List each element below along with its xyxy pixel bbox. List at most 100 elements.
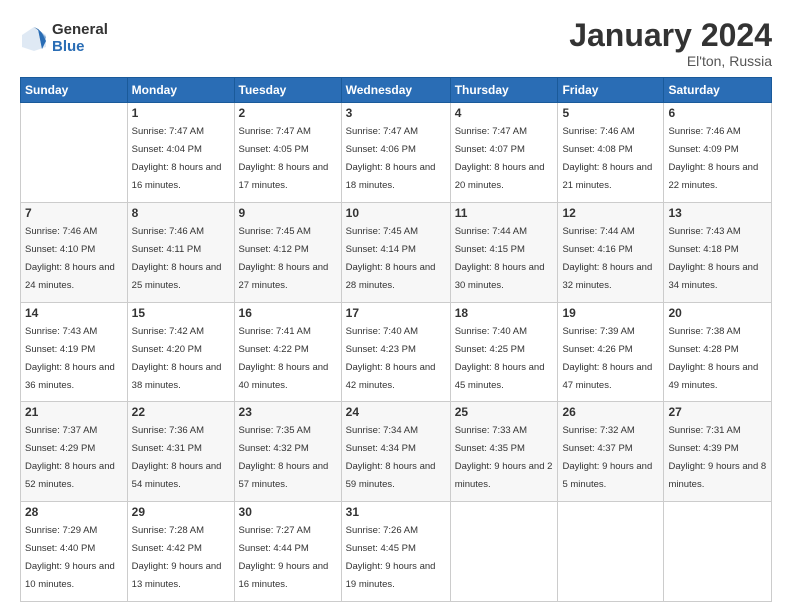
table-row: 15 Sunrise: 7:42 AMSunset: 4:20 PMDaylig… [127,302,234,402]
day-number: 18 [455,306,554,320]
table-row: 20 Sunrise: 7:38 AMSunset: 4:28 PMDaylig… [664,302,772,402]
day-info: Sunrise: 7:27 AMSunset: 4:44 PMDaylight:… [239,525,329,590]
day-number: 6 [668,106,767,120]
table-row: 30 Sunrise: 7:27 AMSunset: 4:44 PMDaylig… [234,502,341,602]
day-info: Sunrise: 7:42 AMSunset: 4:20 PMDaylight:… [132,326,222,391]
day-number: 26 [562,405,659,419]
day-info: Sunrise: 7:45 AMSunset: 4:12 PMDaylight:… [239,226,329,291]
table-row: 16 Sunrise: 7:41 AMSunset: 4:22 PMDaylig… [234,302,341,402]
day-number: 19 [562,306,659,320]
col-sunday: Sunday [21,78,128,103]
day-info: Sunrise: 7:38 AMSunset: 4:28 PMDaylight:… [668,326,758,391]
day-number: 28 [25,505,123,519]
table-row: 1 Sunrise: 7:47 AMSunset: 4:04 PMDayligh… [127,103,234,203]
day-info: Sunrise: 7:44 AMSunset: 4:16 PMDaylight:… [562,226,652,291]
table-row: 2 Sunrise: 7:47 AMSunset: 4:05 PMDayligh… [234,103,341,203]
day-number: 12 [562,206,659,220]
table-row: 31 Sunrise: 7:26 AMSunset: 4:45 PMDaylig… [341,502,450,602]
location: El'ton, Russia [569,53,772,69]
logo-general: General [52,22,108,39]
day-number: 21 [25,405,123,419]
col-monday: Monday [127,78,234,103]
logo: General Blue [20,22,108,55]
day-number: 20 [668,306,767,320]
day-info: Sunrise: 7:44 AMSunset: 4:15 PMDaylight:… [455,226,545,291]
day-number: 11 [455,206,554,220]
table-row: 4 Sunrise: 7:47 AMSunset: 4:07 PMDayligh… [450,103,558,203]
calendar-header-row: Sunday Monday Tuesday Wednesday Thursday… [21,78,772,103]
day-number: 3 [346,106,446,120]
col-thursday: Thursday [450,78,558,103]
day-number: 9 [239,206,337,220]
table-row: 6 Sunrise: 7:46 AMSunset: 4:09 PMDayligh… [664,103,772,203]
day-info: Sunrise: 7:33 AMSunset: 4:35 PMDaylight:… [455,425,553,490]
col-wednesday: Wednesday [341,78,450,103]
page: General Blue January 2024 El'ton, Russia… [0,0,792,612]
table-row: 23 Sunrise: 7:35 AMSunset: 4:32 PMDaylig… [234,402,341,502]
day-info: Sunrise: 7:45 AMSunset: 4:14 PMDaylight:… [346,226,436,291]
table-row: 19 Sunrise: 7:39 AMSunset: 4:26 PMDaylig… [558,302,664,402]
day-number: 16 [239,306,337,320]
day-number: 29 [132,505,230,519]
day-number: 22 [132,405,230,419]
table-row: 11 Sunrise: 7:44 AMSunset: 4:15 PMDaylig… [450,202,558,302]
table-row: 13 Sunrise: 7:43 AMSunset: 4:18 PMDaylig… [664,202,772,302]
day-info: Sunrise: 7:34 AMSunset: 4:34 PMDaylight:… [346,425,436,490]
table-row: 29 Sunrise: 7:28 AMSunset: 4:42 PMDaylig… [127,502,234,602]
day-info: Sunrise: 7:31 AMSunset: 4:39 PMDaylight:… [668,425,766,490]
table-row [21,103,128,203]
table-row: 8 Sunrise: 7:46 AMSunset: 4:11 PMDayligh… [127,202,234,302]
table-row: 12 Sunrise: 7:44 AMSunset: 4:16 PMDaylig… [558,202,664,302]
table-row: 10 Sunrise: 7:45 AMSunset: 4:14 PMDaylig… [341,202,450,302]
day-info: Sunrise: 7:41 AMSunset: 4:22 PMDaylight:… [239,326,329,391]
day-number: 25 [455,405,554,419]
table-row: 26 Sunrise: 7:32 AMSunset: 4:37 PMDaylig… [558,402,664,502]
day-info: Sunrise: 7:43 AMSunset: 4:19 PMDaylight:… [25,326,115,391]
day-number: 30 [239,505,337,519]
calendar-table: Sunday Monday Tuesday Wednesday Thursday… [20,77,772,602]
col-friday: Friday [558,78,664,103]
day-number: 13 [668,206,767,220]
day-number: 24 [346,405,446,419]
table-row [450,502,558,602]
day-info: Sunrise: 7:46 AMSunset: 4:09 PMDaylight:… [668,126,758,191]
col-saturday: Saturday [664,78,772,103]
day-info: Sunrise: 7:47 AMSunset: 4:06 PMDaylight:… [346,126,436,191]
table-row: 21 Sunrise: 7:37 AMSunset: 4:29 PMDaylig… [21,402,128,502]
day-info: Sunrise: 7:43 AMSunset: 4:18 PMDaylight:… [668,226,758,291]
day-number: 2 [239,106,337,120]
day-info: Sunrise: 7:29 AMSunset: 4:40 PMDaylight:… [25,525,115,590]
table-row: 14 Sunrise: 7:43 AMSunset: 4:19 PMDaylig… [21,302,128,402]
table-row: 7 Sunrise: 7:46 AMSunset: 4:10 PMDayligh… [21,202,128,302]
table-row: 25 Sunrise: 7:33 AMSunset: 4:35 PMDaylig… [450,402,558,502]
day-info: Sunrise: 7:36 AMSunset: 4:31 PMDaylight:… [132,425,222,490]
day-number: 31 [346,505,446,519]
table-row: 9 Sunrise: 7:45 AMSunset: 4:12 PMDayligh… [234,202,341,302]
day-number: 17 [346,306,446,320]
day-number: 15 [132,306,230,320]
day-number: 5 [562,106,659,120]
logo-icon [20,25,48,53]
day-info: Sunrise: 7:39 AMSunset: 4:26 PMDaylight:… [562,326,652,391]
day-info: Sunrise: 7:28 AMSunset: 4:42 PMDaylight:… [132,525,222,590]
day-number: 8 [132,206,230,220]
day-number: 23 [239,405,337,419]
day-info: Sunrise: 7:26 AMSunset: 4:45 PMDaylight:… [346,525,436,590]
day-number: 27 [668,405,767,419]
header: General Blue January 2024 El'ton, Russia [20,18,772,69]
day-number: 14 [25,306,123,320]
table-row: 24 Sunrise: 7:34 AMSunset: 4:34 PMDaylig… [341,402,450,502]
logo-text: General Blue [52,22,108,55]
table-row [664,502,772,602]
table-row: 3 Sunrise: 7:47 AMSunset: 4:06 PMDayligh… [341,103,450,203]
col-tuesday: Tuesday [234,78,341,103]
month-title: January 2024 [569,18,772,53]
table-row: 28 Sunrise: 7:29 AMSunset: 4:40 PMDaylig… [21,502,128,602]
day-number: 7 [25,206,123,220]
day-info: Sunrise: 7:47 AMSunset: 4:07 PMDaylight:… [455,126,545,191]
table-row: 17 Sunrise: 7:40 AMSunset: 4:23 PMDaylig… [341,302,450,402]
day-info: Sunrise: 7:46 AMSunset: 4:11 PMDaylight:… [132,226,222,291]
table-row: 27 Sunrise: 7:31 AMSunset: 4:39 PMDaylig… [664,402,772,502]
day-info: Sunrise: 7:32 AMSunset: 4:37 PMDaylight:… [562,425,652,490]
day-info: Sunrise: 7:47 AMSunset: 4:05 PMDaylight:… [239,126,329,191]
